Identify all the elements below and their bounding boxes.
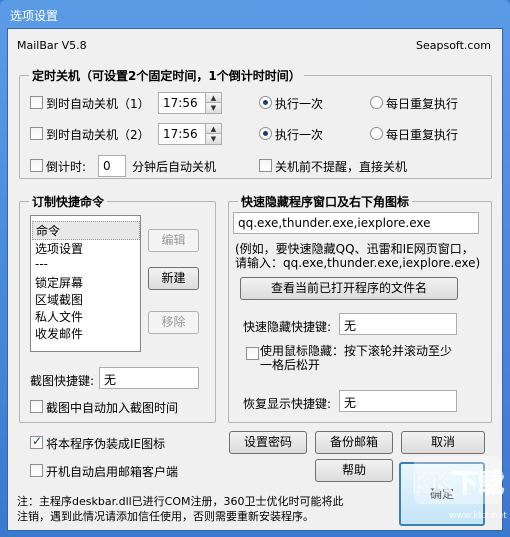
no-prompt-label: 关机前不提醒，直接关机 bbox=[275, 160, 408, 174]
shutdown2-daily-label: 每日重复执行 bbox=[386, 128, 459, 142]
shutdown2-label: 到时自动关机（2） bbox=[46, 128, 150, 142]
list-item[interactable]: 选项设置 bbox=[35, 240, 83, 257]
remove-command-button[interactable]: 移除 bbox=[148, 311, 199, 334]
list-item[interactable]: 收发邮件 bbox=[35, 325, 83, 342]
backup-mail-button[interactable]: 备份邮箱 bbox=[315, 431, 393, 454]
commands-group-legend: 订制快捷命令 bbox=[29, 193, 108, 210]
hide-hotkey-input[interactable]: 无 bbox=[339, 313, 457, 335]
shutdown2-checkbox[interactable] bbox=[30, 127, 43, 140]
hide-programs-input[interactable]: qq.exe,thunder.exe,iexplore.exe bbox=[233, 212, 479, 234]
countdown-suffix: 分钟后自动关机 bbox=[132, 160, 217, 174]
spin-down-icon[interactable]: ▼ bbox=[206, 103, 221, 113]
auto-start-mail-checkbox[interactable] bbox=[30, 464, 43, 477]
mouse-hide-line2: 一格后松开 bbox=[260, 358, 321, 372]
restore-hotkey-input[interactable]: 无 bbox=[339, 390, 457, 412]
new-command-button[interactable]: 新建 bbox=[148, 267, 199, 290]
app-version: MailBar V5.8 bbox=[17, 39, 87, 52]
note-line2: 注销，遇到此情况请添加信任使用，否则需要重新安装程序。 bbox=[17, 510, 314, 523]
countdown-label: 倒计时: bbox=[46, 160, 87, 174]
vendor-name: Seapsoft.com bbox=[416, 39, 491, 52]
list-item[interactable]: 私人文件 bbox=[35, 308, 83, 325]
timer-group-legend: 定时关机（可设置2个固定时间，1个倒计时时间） bbox=[29, 67, 304, 84]
shutdown1-checkbox[interactable] bbox=[30, 96, 43, 109]
spin-up-icon[interactable]: ▲ bbox=[206, 93, 221, 103]
no-prompt-checkbox[interactable] bbox=[259, 159, 272, 172]
hide-hotkey-label: 快速隐藏快捷键: bbox=[243, 320, 332, 334]
countdown-minutes-input[interactable]: 0 bbox=[98, 155, 126, 177]
cancel-button[interactable]: 取消 bbox=[401, 431, 485, 454]
list-item[interactable]: 区域截图 bbox=[35, 291, 83, 308]
watermark-url: www.kkx.net bbox=[449, 511, 507, 521]
shutdown1-once-radio[interactable] bbox=[259, 96, 272, 109]
watermark-text: KK下载 bbox=[412, 469, 504, 499]
hide-hint-line2: 请输入：qq.exe,thunder.exe,iexplore.exe) bbox=[235, 256, 481, 270]
mouse-hide-checkbox[interactable] bbox=[246, 347, 259, 360]
shutdown2-once-radio[interactable] bbox=[259, 127, 272, 140]
auto-add-time-checkbox[interactable] bbox=[30, 400, 43, 413]
options-window: 选项设置 MailBar V5.8 Seapsoft.com 定时关机（可设置2… bbox=[0, 0, 510, 537]
edit-command-button[interactable]: 编辑 bbox=[148, 229, 199, 252]
screenshot-hotkey-label: 截图快捷键: bbox=[30, 374, 95, 388]
kk-watermark: KK下载 www.kkx.net bbox=[408, 452, 508, 522]
shutdown1-label: 到时自动关机（1） bbox=[46, 97, 150, 111]
disguise-ie-label: 将本程序伪装成IE图标 bbox=[46, 437, 166, 451]
auto-start-mail-label: 开机自动启用邮箱客户端 bbox=[46, 465, 179, 479]
list-header[interactable]: 命令 bbox=[32, 221, 140, 240]
note-line1: 注：主程序deskbar.dll已进行COM注册，360卫士优化时可能将此 bbox=[17, 495, 344, 508]
shutdown1-daily-label: 每日重复执行 bbox=[386, 97, 459, 111]
kk-logo-icon: KK下载 www.kkx.net bbox=[411, 456, 507, 521]
countdown-checkbox[interactable] bbox=[30, 159, 43, 172]
shutdown1-daily-radio[interactable] bbox=[370, 96, 383, 109]
shutdown2-time-spinner[interactable]: ▲ ▼ bbox=[205, 123, 222, 145]
help-button[interactable]: 帮助 bbox=[315, 459, 393, 482]
set-password-button[interactable]: 设置密码 bbox=[229, 431, 307, 454]
list-item[interactable]: --- bbox=[35, 257, 48, 271]
commands-listbox[interactable]: 命令 选项设置 --- 锁定屏幕 区域截图 私人文件 收发邮件 bbox=[30, 215, 141, 352]
restore-hotkey-label: 恢复显示快捷键: bbox=[243, 397, 332, 411]
hide-group-legend: 快速隐藏程序窗口及右下角图标 bbox=[238, 193, 413, 210]
spin-down-icon[interactable]: ▼ bbox=[206, 134, 221, 144]
shutdown2-daily-radio[interactable] bbox=[370, 127, 383, 140]
shutdown2-time-input[interactable]: 17:56 bbox=[158, 123, 208, 145]
disguise-ie-checkbox[interactable] bbox=[30, 434, 43, 449]
window-title: 选项设置 bbox=[10, 9, 59, 23]
title-bar[interactable]: 选项设置 bbox=[0, 0, 510, 28]
auto-add-time-label: 截图中自动加入截图时间 bbox=[46, 401, 179, 415]
shutdown1-time-spinner[interactable]: ▲ ▼ bbox=[205, 92, 222, 114]
screenshot-hotkey-input[interactable]: 无 bbox=[99, 367, 199, 389]
spin-up-icon[interactable]: ▲ bbox=[206, 124, 221, 134]
view-open-programs-button[interactable]: 查看当前已打开程序的文件名 bbox=[240, 277, 458, 300]
list-item[interactable]: 锁定屏幕 bbox=[35, 274, 83, 291]
shutdown2-once-label: 执行一次 bbox=[275, 128, 324, 142]
shutdown1-once-label: 执行一次 bbox=[275, 97, 324, 111]
shutdown1-time-input[interactable]: 17:56 bbox=[158, 92, 208, 114]
